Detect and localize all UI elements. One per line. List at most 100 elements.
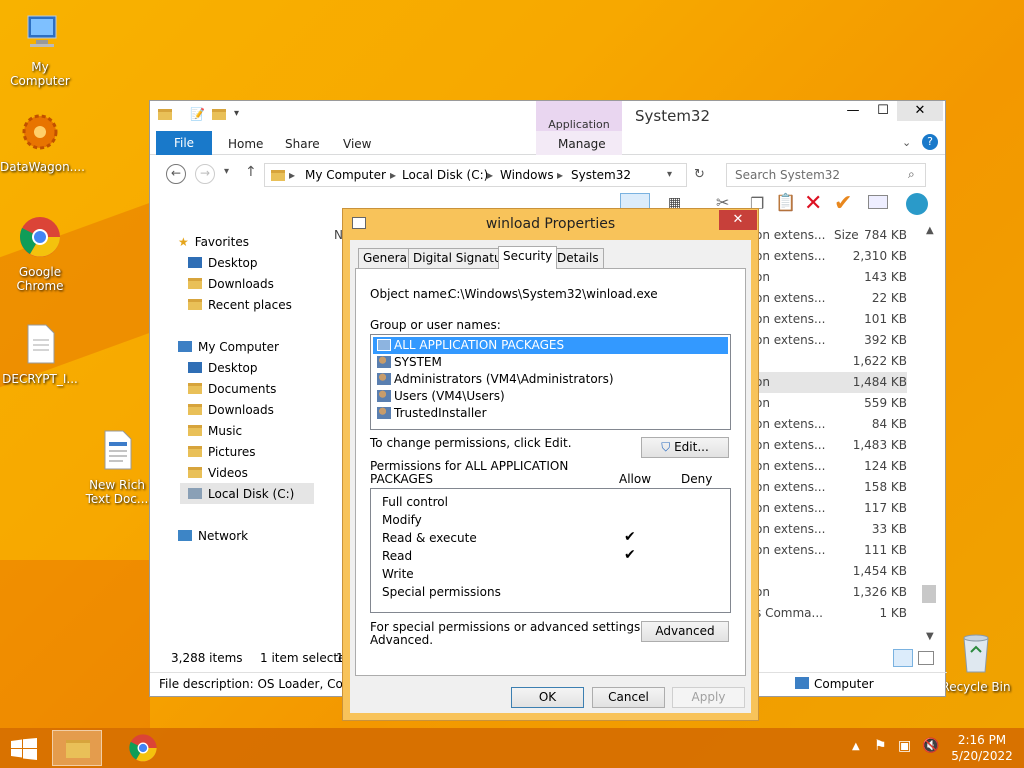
permission-name: Special permissions (382, 585, 501, 599)
tab-details[interactable]: Details (552, 248, 604, 268)
taskbar-chrome-button[interactable] (128, 733, 158, 763)
scrollbar-thumb[interactable] (922, 585, 936, 603)
table-row[interactable]: on 1,484 KB (755, 372, 907, 393)
table-row[interactable]: on extens... 33 KB (755, 519, 907, 540)
apply-button[interactable]: Apply (672, 687, 745, 708)
dialog-close-button[interactable]: ✕ (719, 210, 757, 230)
action-center-flag-icon[interactable]: ⚑ (874, 738, 887, 754)
breadcrumb-my-computer[interactable]: My Computer (305, 164, 386, 186)
breadcrumb-windows[interactable]: Windows (500, 164, 554, 186)
rename-icon[interactable] (868, 195, 888, 209)
nav-local-disk[interactable]: Local Disk (C:) (188, 487, 294, 501)
minimize-button[interactable]: — (838, 101, 868, 121)
help-icon[interactable]: ? (922, 134, 938, 150)
nav-documents[interactable]: Documents (188, 382, 276, 396)
table-row[interactable]: on 143 KB (755, 267, 907, 288)
breadcrumb-system32[interactable]: System32 (571, 164, 631, 186)
search-input[interactable]: Search System32 (726, 163, 926, 187)
wallpaper-shape (0, 560, 150, 730)
quick-access-properties-icon[interactable]: 📝 (190, 107, 205, 121)
volume-muted-icon[interactable]: 🔇 (922, 738, 939, 754)
properties-dialog[interactable]: winload Properties ✕ General Digital Sig… (342, 208, 759, 721)
nav-network[interactable]: Network (178, 529, 248, 543)
table-row[interactable]: on extens... 1,483 KB (755, 435, 907, 456)
tab-file[interactable]: File (156, 131, 212, 155)
nav-favorites[interactable]: ★ Favorites (178, 235, 249, 249)
chevron-down-icon[interactable]: ▾ (234, 108, 239, 119)
recent-locations-icon[interactable]: ▾ (224, 166, 229, 177)
desktop-icon-my-computer[interactable]: My Computer (0, 10, 80, 88)
edit-button[interactable]: ⛉ Edit... (641, 437, 729, 458)
nav-fav-recent[interactable]: Recent places (188, 298, 292, 312)
user-list-item[interactable]: SYSTEM (373, 354, 728, 371)
address-bar[interactable]: ▸ My Computer ▸ Local Disk (C:) ▸ Window… (264, 163, 687, 187)
table-row[interactable]: s Comma... 1 KB (755, 603, 907, 624)
nav-videos[interactable]: Videos (188, 466, 248, 480)
show-hidden-icons[interactable]: ▲ (852, 741, 860, 752)
nav-music[interactable]: Music (188, 424, 242, 438)
user-list-item[interactable]: ALL APPLICATION PACKAGES (373, 337, 728, 354)
table-row[interactable]: on extens... 111 KB (755, 540, 907, 561)
table-row[interactable]: on extens... 158 KB (755, 477, 907, 498)
delete-icon[interactable]: ✕ (804, 191, 822, 216)
forward-button[interactable]: → (195, 164, 215, 184)
close-button[interactable]: ✕ (897, 101, 943, 121)
table-row[interactable]: 1,622 KB (755, 351, 907, 372)
nav-downloads[interactable]: Downloads (188, 403, 274, 417)
tab-manage[interactable]: Manage (558, 133, 606, 155)
tab-share[interactable]: Share (285, 133, 320, 155)
paste-icon[interactable]: 📋 (775, 193, 796, 213)
user-list-item[interactable]: TrustedInstaller (373, 405, 728, 422)
up-button[interactable]: ↑ (245, 164, 257, 180)
maximize-button[interactable]: ☐ (868, 101, 898, 121)
advanced-button[interactable]: Advanced (641, 621, 729, 642)
details-view-icon[interactable] (893, 649, 913, 667)
user-list[interactable]: ALL APPLICATION PACKAGES SYSTEM Administra… (370, 334, 731, 430)
back-button[interactable]: ← (166, 164, 186, 184)
taskbar-explorer-button[interactable] (52, 730, 102, 766)
scroll-down-icon[interactable]: ▼ (926, 631, 934, 642)
ok-button[interactable]: OK (511, 687, 584, 708)
checkmark-icon[interactable]: ✔ (834, 191, 852, 216)
table-row[interactable]: on extens... 101 KB (755, 309, 907, 330)
user-list-item[interactable]: Users (VM4\Users) (373, 388, 728, 405)
table-row[interactable]: on 559 KB (755, 393, 907, 414)
table-row[interactable]: on extens... 392 KB (755, 330, 907, 351)
table-row[interactable]: on 1,326 KB (755, 582, 907, 603)
table-row[interactable]: on extens... 84 KB (755, 414, 907, 435)
breadcrumb-local-disk[interactable]: Local Disk (C:) (402, 164, 488, 186)
refresh-button[interactable]: ↻ (694, 167, 705, 182)
desktop-icon-chrome[interactable]: Google Chrome (0, 215, 80, 293)
table-row[interactable]: on extens... 124 KB (755, 456, 907, 477)
tab-general[interactable]: General (358, 248, 416, 268)
nav-fav-desktop[interactable]: Desktop (188, 256, 258, 270)
table-row[interactable]: on extens... 117 KB (755, 498, 907, 519)
nav-desktop[interactable]: Desktop (188, 361, 258, 375)
desktop-icon-recycle-bin[interactable]: Recycle Bin (936, 630, 1016, 694)
large-icons-view-icon[interactable] (918, 651, 934, 665)
shell-icon[interactable] (906, 193, 928, 215)
table-row[interactable]: 1,454 KB (755, 561, 907, 582)
user-list-item[interactable]: Administrators (VM4\Administrators) (373, 371, 728, 388)
nav-fav-downloads[interactable]: Downloads (188, 277, 274, 291)
network-status-icon[interactable]: ▣ (898, 738, 911, 754)
table-row[interactable]: on extens... 784 KB (755, 225, 907, 246)
table-row[interactable]: on extens... 2,310 KB (755, 246, 907, 267)
nav-my-computer[interactable]: My Computer (178, 340, 279, 354)
ribbon-expand-icon[interactable]: ⌄ (902, 136, 911, 149)
chevron-down-icon[interactable]: ▾ (667, 164, 672, 186)
tab-home[interactable]: Home (228, 133, 263, 155)
dialog-body: General Digital Signatures Security Deta… (350, 240, 751, 713)
tab-view[interactable]: View (343, 133, 371, 155)
scroll-up-icon[interactable]: ▲ (926, 225, 934, 236)
desktop-icon-datawagon[interactable]: DataWagon.... (0, 110, 85, 174)
windows-start-icon[interactable] (11, 738, 37, 760)
new-folder-icon[interactable] (212, 109, 226, 120)
clock[interactable]: 2:16 PM 5/20/2022 (950, 732, 1014, 764)
table-row[interactable]: on extens... 22 KB (755, 288, 907, 309)
desktop-icon-rtf[interactable]: New Rich Text Doc... (77, 428, 157, 506)
cancel-button[interactable]: Cancel (592, 687, 665, 708)
nav-pictures[interactable]: Pictures (188, 445, 256, 459)
tab-security[interactable]: Security (498, 246, 558, 269)
desktop-icon-decrypt[interactable]: DECRYPT_I... (0, 322, 80, 386)
